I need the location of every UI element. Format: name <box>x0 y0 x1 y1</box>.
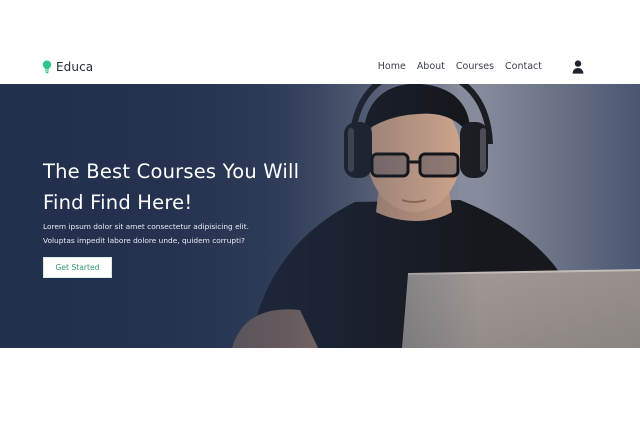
hero-section: The Best Courses You Will Find Find Here… <box>0 84 640 348</box>
brand-name: Educa <box>56 60 94 74</box>
brand-logo-link[interactable]: Educa <box>42 60 93 74</box>
hero-description: Lorem ipsum dolor sit amet consectetur a… <box>43 222 249 245</box>
user-icon[interactable] <box>572 60 584 74</box>
nav-link-home[interactable]: Home <box>378 61 406 72</box>
get-started-button[interactable]: Get Started <box>43 257 112 278</box>
nav-link-courses[interactable]: Courses <box>456 61 494 72</box>
navbar: Educa Home About Courses Contact <box>0 50 640 84</box>
lightbulb-icon <box>42 60 52 74</box>
nav-link-about[interactable]: About <box>417 61 445 72</box>
main-nav: Home About Courses Contact <box>378 61 542 72</box>
nav-link-contact[interactable]: Contact <box>505 61 542 72</box>
hero-title: The Best Courses You Will Find Find Here… <box>43 160 300 214</box>
